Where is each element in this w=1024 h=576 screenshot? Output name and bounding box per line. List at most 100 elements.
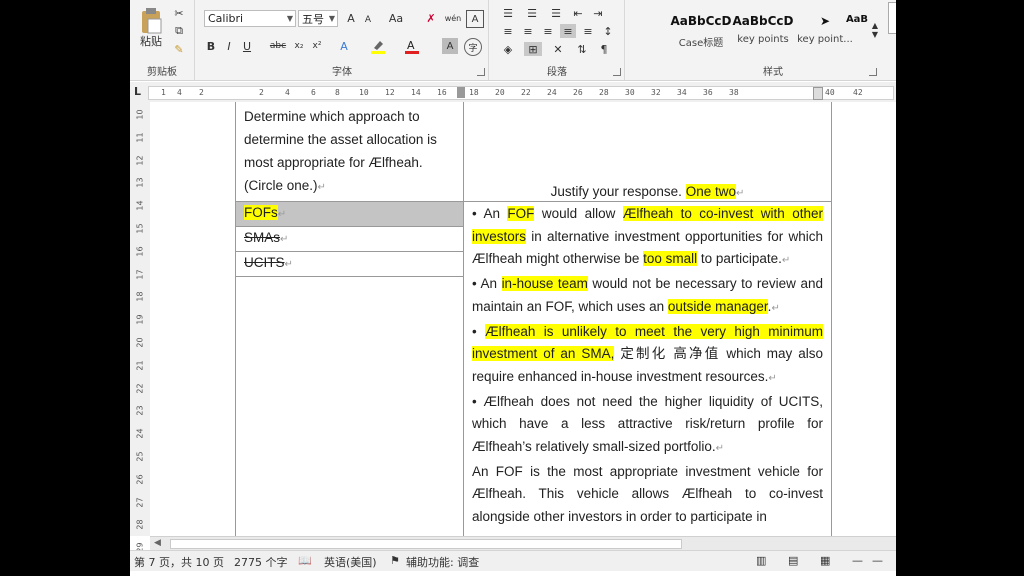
paragraph-dialog-launcher[interactable] xyxy=(613,68,621,76)
superscript-button[interactable]: x² xyxy=(310,38,324,54)
proofing-icon[interactable]: 📖 xyxy=(298,554,312,567)
language[interactable]: 英语(美国) xyxy=(324,554,377,570)
horizontal-ruler[interactable]: L 1 4 2 2 4 6 8 10 12 14 16 18 20 22 24 … xyxy=(130,82,896,103)
shading-icon[interactable]: ◈ xyxy=(500,42,516,56)
question-cell[interactable]: Determine which approach to determine th… xyxy=(235,102,464,202)
align-right-icon[interactable]: ≡ xyxy=(540,24,556,38)
increase-indent-icon[interactable]: ⇥ xyxy=(590,6,606,20)
format-painter-icon[interactable]: ✎ xyxy=(172,42,186,56)
ruler-tick: 36 xyxy=(703,88,713,97)
sort-icon[interactable]: ⇅ xyxy=(574,42,590,56)
paste-label: 粘贴 xyxy=(140,35,162,48)
chevron-down-icon: ▼ xyxy=(286,14,293,23)
text-effects-icon[interactable]: A xyxy=(336,38,352,54)
print-layout-icon[interactable]: ▤ xyxy=(788,554,798,567)
line-spacing-icon[interactable]: ↕ xyxy=(600,24,616,38)
style-preview: AaB xyxy=(845,14,869,25)
distribute-icon[interactable]: ≡ xyxy=(580,24,596,38)
asian-layout-icon[interactable]: ✕ xyxy=(550,42,566,56)
bullets-icon[interactable]: ☰ xyxy=(500,6,516,20)
paste-button[interactable] xyxy=(136,6,166,36)
change-case-button[interactable]: Aa xyxy=(386,10,406,27)
vruler-tick: 27 xyxy=(135,497,145,508)
show-marks-icon[interactable]: ¶ xyxy=(596,42,612,56)
accessibility-status[interactable]: 辅助功能: 调查 xyxy=(406,554,479,570)
zoom-slider[interactable]: — xyxy=(872,554,883,567)
horizontal-scrollbar[interactable]: ◀ xyxy=(150,536,896,550)
align-center-icon[interactable]: ≡ xyxy=(520,24,536,38)
indent-marker[interactable] xyxy=(457,87,465,98)
font-name-combo[interactable]: Calibri ▼ xyxy=(204,10,296,27)
char-border-icon[interactable]: A xyxy=(466,10,484,28)
style-case-title[interactable]: AaBbCcD Case标题 xyxy=(671,6,732,54)
grow-font-button[interactable]: A xyxy=(344,10,358,27)
font-color-icon[interactable]: A xyxy=(404,38,420,54)
word-count[interactable]: 2775 个字 xyxy=(234,554,288,570)
cut-icon[interactable]: ✂ xyxy=(172,6,186,20)
styles-scroll-icon[interactable]: ▲ ▼ xyxy=(870,6,880,54)
ruler-tick: 16 xyxy=(437,88,447,97)
highlight: FOF xyxy=(507,206,535,221)
align-left-icon[interactable]: ≡ xyxy=(500,24,516,38)
shrink-font-button[interactable]: A xyxy=(362,12,374,27)
ruler-tick: 2 xyxy=(199,88,204,97)
enclose-char-icon[interactable]: 字 xyxy=(464,38,482,56)
style-preview: AaBbCcD xyxy=(732,14,794,28)
scroll-thumb[interactable] xyxy=(170,539,682,549)
strikethrough-button[interactable]: abc xyxy=(268,38,288,54)
styles-dialog-launcher[interactable] xyxy=(869,68,877,76)
collapse-pane[interactable] xyxy=(888,2,896,34)
underline-button[interactable]: U xyxy=(240,38,254,54)
subscript-button[interactable]: x₂ xyxy=(292,38,306,54)
copy-icon[interactable]: ⧉ xyxy=(172,24,186,38)
justify-icon[interactable]: ≡ xyxy=(560,24,576,38)
web-layout-icon[interactable]: ▦ xyxy=(820,554,830,567)
clear-format-icon[interactable]: ✗ xyxy=(422,10,440,27)
italic-button[interactable]: I xyxy=(222,38,236,54)
font-size-value: 五号 xyxy=(302,12,324,26)
accessibility-icon[interactable]: ⚑ xyxy=(390,554,400,567)
borders-icon[interactable]: ⊞ xyxy=(524,42,542,56)
tab-selector[interactable]: L xyxy=(134,85,141,98)
justification-cell[interactable]: • An FOF would allow Ælfheah to co-inves… xyxy=(463,201,832,536)
zoom-out-icon[interactable]: — xyxy=(852,554,863,567)
paragraph-group-label: 段落 xyxy=(547,67,567,78)
numbering-icon[interactable]: ☰ xyxy=(524,6,540,20)
font-size-combo[interactable]: 五号 ▼ xyxy=(298,10,338,27)
bullet-text: • An xyxy=(472,276,502,292)
conclusion-paragraph: An FOF is the most appropriate investmen… xyxy=(472,463,823,525)
right-indent-marker[interactable] xyxy=(813,87,823,100)
char-shading-icon[interactable]: A xyxy=(442,38,458,54)
assignment-table: Determine which approach to determine th… xyxy=(235,102,832,536)
option-empty-cell[interactable] xyxy=(235,276,464,536)
justify-header-cell[interactable]: Justify your response. One two↵ xyxy=(463,102,832,202)
page-count[interactable]: 第 7 页，共 10 页 xyxy=(134,554,224,570)
decrease-indent-icon[interactable]: ⇤ xyxy=(570,6,586,20)
option-ucits[interactable]: UCITS↵ xyxy=(235,251,464,277)
bullet-sma: • Ælfheah is unlikely to meet the very h… xyxy=(472,323,824,384)
bold-button[interactable]: B xyxy=(204,38,218,54)
ruler-tick: 1 xyxy=(161,88,166,97)
vruler-tick: 11 xyxy=(135,132,145,143)
document-area[interactable]: Determine which approach to determine th… xyxy=(150,102,896,536)
styles-group-label: 样式 xyxy=(763,67,783,78)
read-mode-icon[interactable]: ▥ xyxy=(756,554,766,567)
option-smas[interactable]: SMAs↵ xyxy=(235,226,464,252)
ruler-tick: 18 xyxy=(469,88,479,97)
bullet-text: • Ælfheah does not need the higher liqui… xyxy=(472,393,823,455)
clipboard-group-label: 剪贴板 xyxy=(147,67,177,78)
multilevel-list-icon[interactable]: ☰ xyxy=(548,6,564,20)
ruler-tick: 20 xyxy=(495,88,505,97)
font-dialog-launcher[interactable] xyxy=(477,68,485,76)
option-fofs[interactable]: FOFs↵ xyxy=(235,201,464,227)
phonetic-guide-icon[interactable]: wén xyxy=(444,8,462,28)
ruler-tick: 2 xyxy=(259,88,264,97)
scroll-left-icon[interactable]: ◀ xyxy=(154,538,161,548)
highlight-icon[interactable] xyxy=(370,38,386,54)
highlight: in-house team xyxy=(501,276,588,292)
justify-highlight: One two xyxy=(685,184,736,199)
ruler-tick: 24 xyxy=(547,88,557,97)
style-more[interactable]: AaB xyxy=(842,6,872,54)
chevron-down-icon: ▼ xyxy=(328,14,335,23)
style-key-points[interactable]: AaBbCcD key points xyxy=(732,6,794,54)
